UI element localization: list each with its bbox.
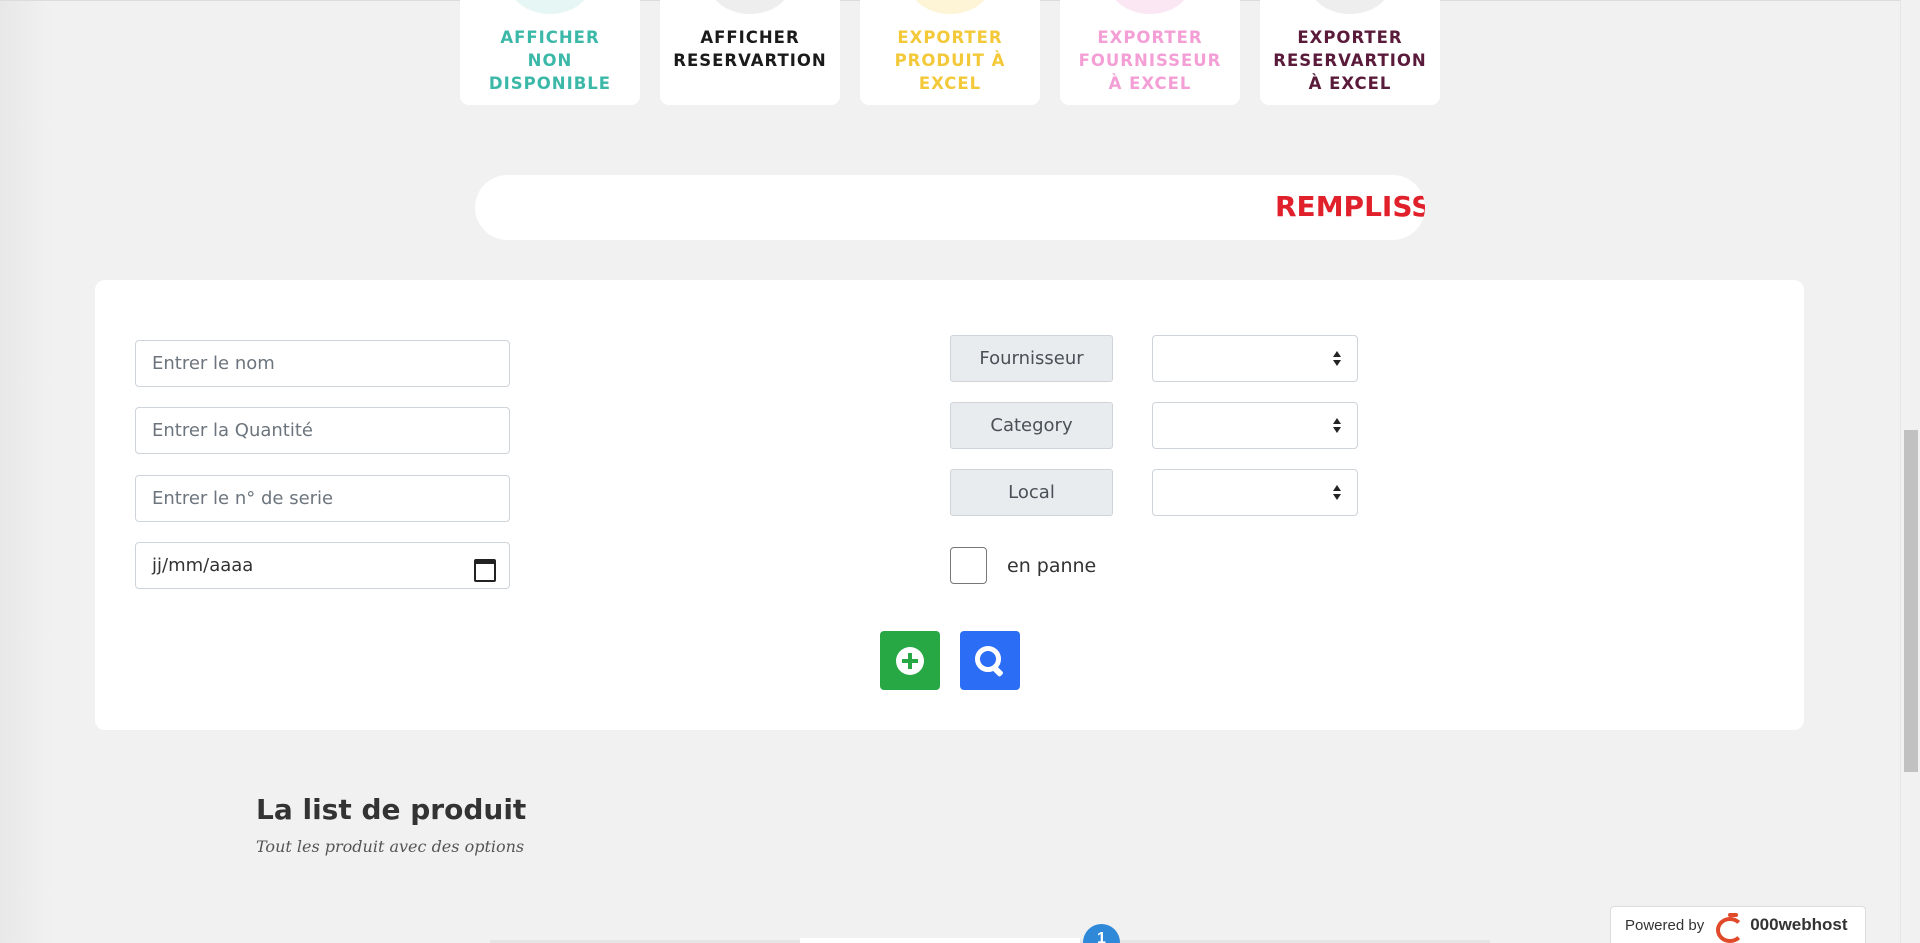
category-label: Category <box>950 402 1113 449</box>
table-header-edge <box>800 938 1080 943</box>
en-panne-checkbox[interactable] <box>950 547 987 584</box>
card-label-line: EXPORTER <box>897 28 1003 47</box>
card-label: AFFICHER NON DISPONIBLE <box>489 26 611 105</box>
scrollbar-thumb[interactable] <box>1904 430 1918 772</box>
en-panne-label: en panne <box>1007 555 1097 577</box>
card-label-line: EXPORTER <box>1297 28 1403 47</box>
action-cards: AFFICHER NON DISPONIBLE AFFICHER RESERVA… <box>460 0 1440 105</box>
card-label-line: FOURNISSEUR <box>1078 51 1222 70</box>
powered-by-label: Powered by <box>1625 916 1705 934</box>
name-input[interactable]: Entrer le nom <box>135 340 510 387</box>
card-label-line: NON <box>527 51 573 70</box>
card-label-line: RESERVARTION <box>1273 51 1427 70</box>
card-circle-icon <box>1108 0 1192 14</box>
marquee-banner: REMPLISSA <box>475 175 1425 240</box>
card-label-line: AFFICHER <box>500 28 600 47</box>
card-label-line: EXPORTER <box>1097 28 1203 47</box>
product-form-panel: Entrer le nom Entrer la Quantité Entrer … <box>95 280 1804 730</box>
vertical-scrollbar[interactable] <box>1900 0 1920 943</box>
card-label-line: À EXCEL <box>1108 74 1192 93</box>
card-circle-icon <box>1308 0 1392 14</box>
card-label-line: À EXCEL <box>1308 74 1392 93</box>
powered-by-badge[interactable]: Powered by 000webhost <box>1610 906 1866 943</box>
card-afficher-reservartion[interactable]: AFFICHER RESERVARTION <box>660 0 840 105</box>
date-value: jj/mm/aaaa <box>152 555 254 576</box>
marquee-text: REMPLISSA <box>1275 190 1425 223</box>
page-number-badge[interactable]: 1 <box>1083 924 1120 943</box>
add-button[interactable] <box>880 631 940 690</box>
card-label: AFFICHER RESERVARTION <box>673 26 826 105</box>
card-label-line: DISPONIBLE <box>488 74 612 93</box>
card-label-line: RESERVARTION <box>673 51 827 70</box>
calendar-icon[interactable] <box>473 556 496 582</box>
webhost-logo-icon <box>1714 913 1745 943</box>
select-arrows-icon <box>1333 485 1341 501</box>
card-label: EXPORTER PRODUIT À EXCEL <box>895 26 1006 105</box>
fournisseur-label: Fournisseur <box>950 335 1113 382</box>
plus-circle-icon <box>896 646 924 675</box>
select-arrows-icon <box>1333 418 1341 434</box>
fournisseur-select[interactable] <box>1152 335 1358 382</box>
card-label-line: EXCEL <box>918 74 982 93</box>
list-subtitle: Tout les produit avec des options <box>256 837 525 856</box>
webhost-brand: 000webhost <box>1750 915 1848 934</box>
card-circle-icon <box>508 0 592 14</box>
page-left-margin <box>0 0 52 943</box>
local-label: Local <box>950 469 1113 516</box>
card-label: EXPORTER RESERVARTION À EXCEL <box>1273 26 1426 105</box>
card-exporter-produit[interactable]: EXPORTER PRODUIT À EXCEL <box>860 0 1040 105</box>
card-afficher-non-disponible[interactable]: AFFICHER NON DISPONIBLE <box>460 0 640 105</box>
quantity-input[interactable]: Entrer la Quantité <box>135 407 510 454</box>
category-select[interactable] <box>1152 402 1358 449</box>
date-input[interactable]: jj/mm/aaaa <box>135 542 510 589</box>
list-title: La list de produit <box>256 793 527 826</box>
card-exporter-reservartion[interactable]: EXPORTER RESERVARTION À EXCEL <box>1260 0 1440 105</box>
search-button[interactable] <box>960 631 1020 690</box>
select-arrows-icon <box>1333 351 1341 367</box>
card-exporter-fournisseur[interactable]: EXPORTER FOURNISSEUR À EXCEL <box>1060 0 1240 105</box>
serial-number-input[interactable]: Entrer le n° de serie <box>135 475 510 522</box>
card-circle-icon <box>908 0 992 14</box>
search-icon <box>975 645 1005 676</box>
card-label-line: AFFICHER <box>700 28 800 47</box>
card-circle-icon <box>708 0 792 14</box>
card-label: EXPORTER FOURNISSEUR À EXCEL <box>1079 26 1222 105</box>
local-select[interactable] <box>1152 469 1358 516</box>
card-label-line: PRODUIT À <box>894 51 1006 70</box>
